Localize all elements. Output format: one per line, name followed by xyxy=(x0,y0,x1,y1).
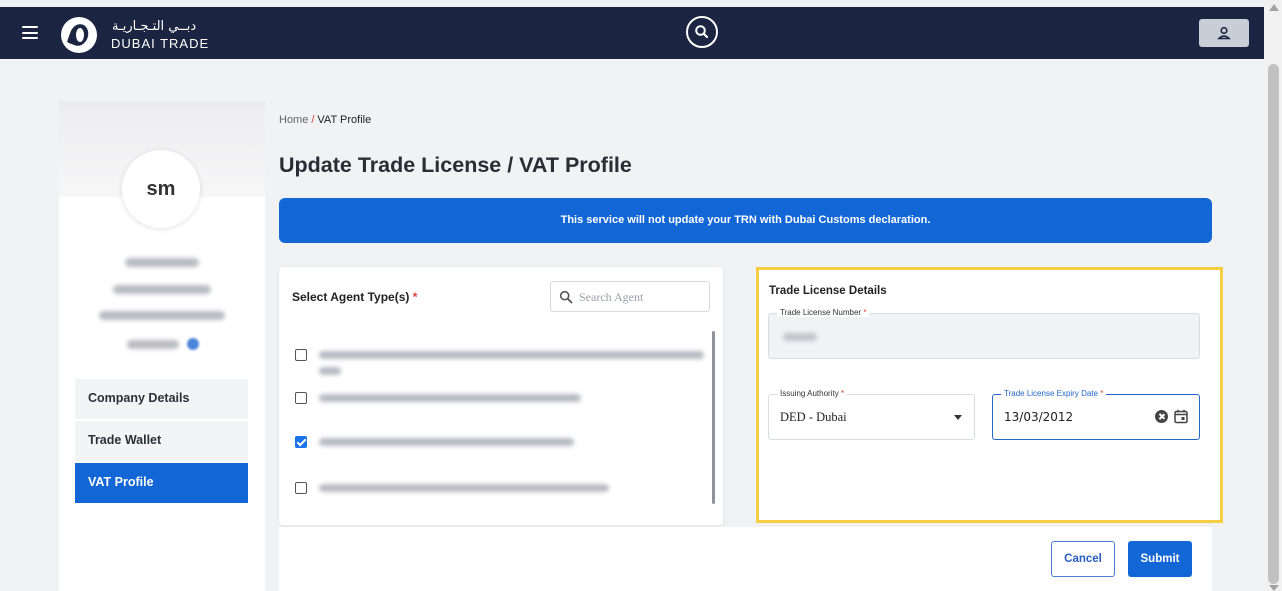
issuing-authority-label: Issuing Authority * xyxy=(777,389,848,398)
logo-arabic-text: دبــي التـجـاريـة xyxy=(112,19,197,34)
trade-license-expiry-date-label-text: Trade License Expiry Date xyxy=(1004,389,1098,398)
breadcrumb-current: VAT Profile xyxy=(317,114,372,126)
agent-checkbox-checked[interactable] xyxy=(295,436,307,448)
search-icon xyxy=(695,25,709,39)
agent-type-label: Select Agent Type(s) * xyxy=(292,290,417,304)
dubai-trade-logo-icon[interactable] xyxy=(61,17,97,53)
agent-type-panel: Select Agent Type(s) * Search Agent xyxy=(279,267,723,525)
scroll-up-arrow-icon[interactable] xyxy=(1269,4,1279,11)
profile-sidebar: sm Company Details Trade Wallet VAT Prof… xyxy=(59,101,265,591)
trade-license-expiry-date-value: 13/03/2012 xyxy=(1004,410,1074,424)
search-agent-input[interactable]: Search Agent xyxy=(550,281,710,312)
redacted-agent-name xyxy=(319,484,609,492)
redacted-company-name xyxy=(125,258,199,267)
calendar-icon[interactable] xyxy=(1174,409,1188,424)
agent-checkbox[interactable] xyxy=(295,482,307,494)
redacted-license-number xyxy=(783,333,817,341)
trade-license-number-label-text: Trade License Number xyxy=(780,308,862,317)
issuing-authority-label-text: Issuing Authority xyxy=(780,389,839,398)
breadcrumb-separator: / xyxy=(311,114,315,126)
agent-list-scrollbar[interactable] xyxy=(712,331,715,504)
scroll-down-arrow-icon[interactable] xyxy=(1269,585,1279,591)
redacted-agent-name xyxy=(319,438,574,446)
breadcrumb: Home / VAT Profile xyxy=(279,114,371,126)
agent-list-item[interactable] xyxy=(295,389,695,409)
issuing-authority-select[interactable]: Issuing Authority * DED - Dubai xyxy=(768,389,975,440)
agent-list-item[interactable] xyxy=(295,346,704,375)
form-actions-bar: Cancel Submit xyxy=(279,527,1212,591)
required-asterisk: * xyxy=(1100,389,1104,398)
top-navigation-bar: دبــي التـجـاريـة DUBAI TRADE xyxy=(0,7,1264,59)
trade-license-number-field[interactable]: Trade License Number * xyxy=(768,308,1200,359)
agent-type-label-text: Select Agent Type(s) xyxy=(292,290,410,304)
required-asterisk: * xyxy=(863,308,867,317)
search-button[interactable] xyxy=(686,16,718,48)
avatar: sm xyxy=(122,150,200,228)
agent-checkbox[interactable] xyxy=(295,392,307,404)
redacted-company-name xyxy=(113,285,211,294)
verified-badge-icon xyxy=(187,338,199,350)
agent-list-item[interactable] xyxy=(295,479,695,499)
agent-checkbox[interactable] xyxy=(295,349,307,361)
clear-icon[interactable] xyxy=(1155,410,1168,423)
sidebar-item-vat-profile[interactable]: VAT Profile xyxy=(75,463,248,503)
trade-license-expiry-date-input[interactable]: Trade License Expiry Date * 13/03/2012 xyxy=(992,389,1200,440)
sidebar-item-company-details[interactable]: Company Details xyxy=(75,379,248,419)
page-scrollbar[interactable] xyxy=(1266,0,1282,591)
dropdown-arrow-icon[interactable] xyxy=(954,415,962,420)
trade-license-number-label: Trade License Number * xyxy=(777,308,870,317)
user-profile-button[interactable] xyxy=(1199,19,1249,47)
breadcrumb-home-link[interactable]: Home xyxy=(279,114,308,126)
redacted-agent-name xyxy=(319,394,581,402)
hamburger-menu-icon[interactable] xyxy=(22,26,38,39)
trade-license-expiry-date-label: Trade License Expiry Date * xyxy=(1001,389,1107,398)
issuing-authority-value: DED - Dubai xyxy=(780,410,847,424)
sidebar-nav: Company Details Trade Wallet VAT Profile xyxy=(75,379,248,505)
user-icon xyxy=(1217,26,1231,40)
page-title: Update Trade License / VAT Profile xyxy=(279,153,632,177)
cancel-button[interactable]: Cancel xyxy=(1051,541,1115,577)
info-notice-banner: This service will not update your TRN wi… xyxy=(279,198,1212,243)
logo-english-text: DUBAI TRADE xyxy=(111,36,210,51)
submit-button[interactable]: Submit xyxy=(1128,541,1192,577)
scroll-thumb[interactable] xyxy=(1268,64,1279,584)
search-icon xyxy=(559,290,573,304)
trade-license-panel: Trade License Details Trade License Numb… xyxy=(756,267,1223,523)
search-agent-placeholder: Search Agent xyxy=(579,290,644,304)
sidebar-item-trade-wallet[interactable]: Trade Wallet xyxy=(75,421,248,461)
trade-license-section-title: Trade License Details xyxy=(769,285,887,297)
agent-list-item[interactable] xyxy=(295,433,695,453)
redacted-user-id xyxy=(127,340,179,349)
redacted-company-name xyxy=(99,311,225,320)
required-asterisk: * xyxy=(412,290,418,304)
redacted-agent-name xyxy=(319,367,341,375)
redacted-agent-name xyxy=(319,351,704,359)
required-asterisk: * xyxy=(840,389,845,398)
